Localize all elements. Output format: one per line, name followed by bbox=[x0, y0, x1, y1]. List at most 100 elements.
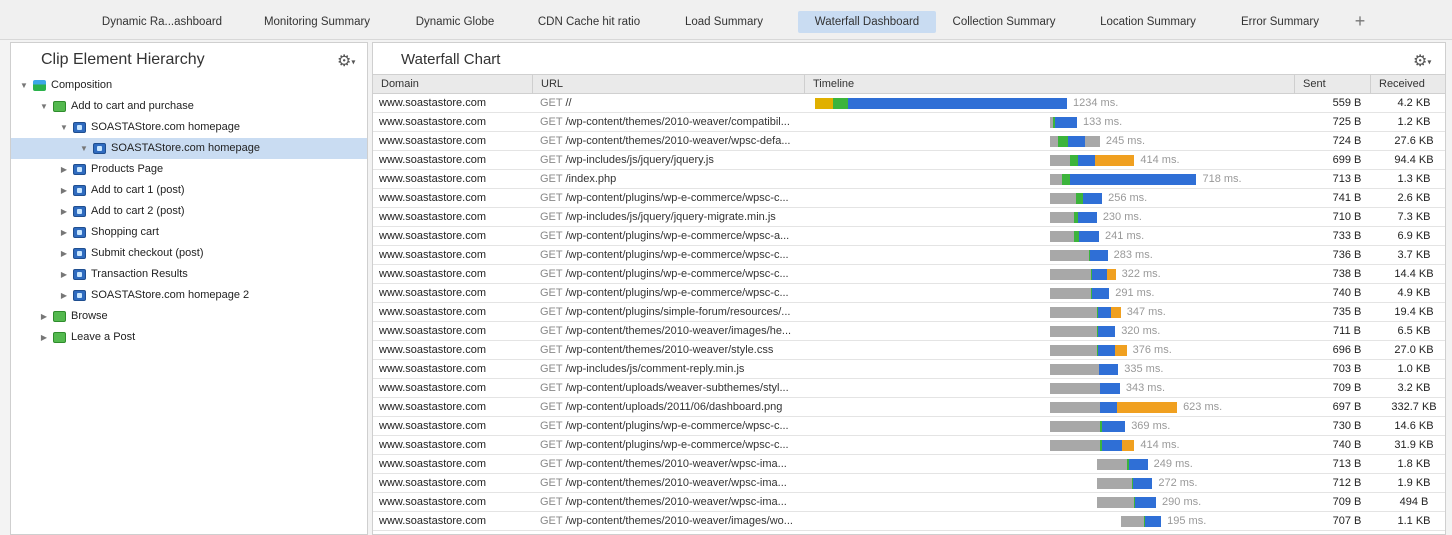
column-header-domain[interactable]: Domain bbox=[373, 75, 533, 94]
tab-dynamic-ra-ashboard[interactable]: Dynamic Ra...ashboard bbox=[98, 11, 226, 33]
timeline-bar[interactable] bbox=[1049, 402, 1178, 413]
waterfall-chart-panel: Waterfall Chart ⚙▾ Domain URL Timeline S… bbox=[372, 42, 1446, 535]
table-row[interactable]: www.soastastore.com GET /wp-content/theme… bbox=[373, 132, 1445, 151]
timeline-bar[interactable] bbox=[1049, 307, 1121, 318]
table-row[interactable]: www.soastastore.com GET /wp-content/plugi… bbox=[373, 284, 1445, 303]
timeline-bar[interactable] bbox=[1096, 459, 1148, 470]
timeline-bar[interactable] bbox=[1049, 269, 1116, 280]
table-row[interactable]: www.soastastore.com GET /wp-content/theme… bbox=[373, 455, 1445, 474]
table-row[interactable]: www.soastastore.com GET /wp-content/plugi… bbox=[373, 417, 1445, 436]
timeline-bar[interactable] bbox=[1049, 440, 1135, 451]
expand-triangle-icon[interactable]: ▶ bbox=[39, 306, 49, 327]
table-row[interactable]: www.soastastore.com GET /wp-content/plugi… bbox=[373, 303, 1445, 322]
tree-item[interactable]: ▶ Shopping cart bbox=[11, 222, 367, 243]
tree-item[interactable]: ▼ SOASTAStore.com homepage bbox=[11, 117, 367, 138]
timeline-segment-receive bbox=[1110, 307, 1121, 318]
table-row[interactable]: www.soastastore.com GET /wp-content/uploa… bbox=[373, 379, 1445, 398]
tab-waterfall-dashboard[interactable]: Waterfall Dashboard bbox=[798, 11, 936, 33]
expand-triangle-icon[interactable]: ▶ bbox=[59, 285, 69, 306]
timeline-bar[interactable] bbox=[1049, 174, 1197, 185]
timeline-bar[interactable] bbox=[1049, 136, 1100, 147]
tree-item[interactable]: ▼ SOASTAStore.com homepage bbox=[11, 138, 367, 159]
table-row[interactable]: www.soastastore.com GET /wp-content/theme… bbox=[373, 322, 1445, 341]
table-row[interactable]: www.soastastore.com GET /wp-includes/js/c… bbox=[373, 360, 1445, 379]
timeline-bar[interactable] bbox=[1049, 212, 1097, 223]
table-row[interactable]: www.soastastore.com GET /index.php 718 ms.… bbox=[373, 170, 1445, 189]
tab-dynamic-globe[interactable]: Dynamic Globe bbox=[410, 11, 500, 33]
table-row[interactable]: www.soastastore.com GET /wp-content/theme… bbox=[373, 493, 1445, 512]
expand-triangle-icon[interactable]: ▶ bbox=[39, 327, 49, 348]
timeline-bar[interactable] bbox=[1049, 250, 1108, 261]
gear-icon[interactable]: ⚙▾ bbox=[337, 51, 355, 71]
tree-item-label: Add to cart 2 (post) bbox=[91, 205, 185, 217]
table-row[interactable]: www.soastastore.com GET // 1234 ms. 559 B 4.… bbox=[373, 94, 1445, 113]
tree-item[interactable]: ▶ Submit checkout (post) bbox=[11, 243, 367, 264]
tab-monitoring-summary[interactable]: Monitoring Summary bbox=[262, 11, 372, 33]
table-row[interactable]: www.soastastore.com GET /wp-content/theme… bbox=[373, 341, 1445, 360]
tree-item[interactable]: ▶ Leave a Post bbox=[11, 327, 367, 348]
expand-triangle-icon[interactable]: ▶ bbox=[59, 264, 69, 285]
timeline-bar[interactable] bbox=[1049, 421, 1126, 432]
tree-item[interactable]: ▶ Add to cart 2 (post) bbox=[11, 201, 367, 222]
domain-cell: www.soastastore.com bbox=[379, 344, 486, 356]
timeline-bar[interactable] bbox=[1049, 326, 1116, 337]
received-cell: 14.4 KB bbox=[1394, 268, 1434, 280]
received-cell: 1.1 KB bbox=[1397, 515, 1431, 527]
collapse-triangle-icon[interactable]: ▼ bbox=[59, 117, 69, 138]
url-path: /wp-content/themes/2010-weaver/compatibi… bbox=[565, 116, 790, 128]
tree-item[interactable]: ▶ Add to cart 1 (post) bbox=[11, 180, 367, 201]
tree-item[interactable]: ▼ Composition bbox=[11, 75, 367, 96]
sent-cell: 559 B bbox=[1332, 97, 1362, 109]
gear-icon[interactable]: ⚙▾ bbox=[1413, 51, 1431, 71]
tab-error-summary[interactable]: Error Summary bbox=[1236, 11, 1324, 33]
tree-item[interactable]: ▼ Add to cart and purchase bbox=[11, 96, 367, 117]
url-cell: GET /wp-content/themes/2010-weaver/wpsc-… bbox=[540, 132, 802, 151]
tab-location-summary[interactable]: Location Summary bbox=[1094, 11, 1202, 33]
timeline-bar[interactable] bbox=[815, 98, 1067, 109]
table-row[interactable]: www.soastastore.com GET /wp-content/theme… bbox=[373, 113, 1445, 132]
timeline-bar[interactable] bbox=[1121, 516, 1162, 527]
table-row[interactable]: www.soastastore.com GET /wp-content/plugi… bbox=[373, 189, 1445, 208]
expand-triangle-icon[interactable]: ▶ bbox=[59, 243, 69, 264]
tab-collection-summary[interactable]: Collection Summary bbox=[948, 11, 1060, 33]
expand-triangle-icon[interactable]: ▶ bbox=[59, 222, 69, 243]
collapse-triangle-icon[interactable]: ▼ bbox=[79, 138, 89, 159]
timeline-bar[interactable] bbox=[1049, 193, 1103, 204]
table-row[interactable]: www.soastastore.com GET /wp-includes/js/j… bbox=[373, 151, 1445, 170]
timeline-bar[interactable] bbox=[1049, 383, 1120, 394]
timeline-bar[interactable] bbox=[1049, 231, 1100, 242]
table-row[interactable]: www.soastastore.com GET /wp-includes/js/j… bbox=[373, 208, 1445, 227]
table-row[interactable]: www.soastastore.com GET /wp-content/uploa… bbox=[373, 398, 1445, 417]
timeline-bar[interactable] bbox=[1096, 478, 1153, 489]
timeline-bar[interactable] bbox=[1049, 117, 1077, 128]
table-row[interactable]: www.soastastore.com GET /wp-content/theme… bbox=[373, 474, 1445, 493]
timeline-bar[interactable] bbox=[1096, 497, 1157, 508]
table-row[interactable]: www.soastastore.com GET /wp-content/plugi… bbox=[373, 436, 1445, 455]
add-tab-button[interactable]: + bbox=[1352, 10, 1368, 32]
timeline-bar[interactable] bbox=[1049, 155, 1135, 166]
tab-load-summary[interactable]: Load Summary bbox=[676, 11, 772, 33]
timeline-bar[interactable] bbox=[1049, 364, 1119, 375]
table-row[interactable]: www.soastastore.com GET /wp-content/theme… bbox=[373, 512, 1445, 531]
table-row[interactable]: www.soastastore.com GET /wp-content/plugi… bbox=[373, 246, 1445, 265]
table-row[interactable]: www.soastastore.com GET /wp-content/plugi… bbox=[373, 265, 1445, 284]
tree-item[interactable]: ▶ Products Page bbox=[11, 159, 367, 180]
expand-triangle-icon[interactable]: ▶ bbox=[59, 180, 69, 201]
column-header-received[interactable]: Received bbox=[1371, 75, 1445, 94]
column-header-timeline[interactable]: Timeline bbox=[805, 75, 1295, 94]
collapse-triangle-icon[interactable]: ▼ bbox=[39, 96, 49, 117]
expand-triangle-icon[interactable]: ▶ bbox=[59, 201, 69, 222]
timeline-bar[interactable] bbox=[1049, 288, 1110, 299]
table-row[interactable]: www.soastastore.com GET /wp-content/plugi… bbox=[373, 227, 1445, 246]
collapse-triangle-icon[interactable]: ▼ bbox=[19, 75, 29, 96]
tree-item[interactable]: ▶ Transaction Results bbox=[11, 264, 367, 285]
tab-cdn-cache-hit-ratio[interactable]: CDN Cache hit ratio bbox=[532, 11, 646, 33]
tree-item[interactable]: ▶ Browse bbox=[11, 306, 367, 327]
timeline-bar[interactable] bbox=[1049, 345, 1127, 356]
sent-cell: 730 B bbox=[1332, 420, 1362, 432]
column-header-url[interactable]: URL bbox=[533, 75, 805, 94]
column-header-sent[interactable]: Sent bbox=[1295, 75, 1371, 94]
timeline-duration-label: 291 ms. bbox=[1115, 287, 1155, 299]
expand-triangle-icon[interactable]: ▶ bbox=[59, 159, 69, 180]
tree-item[interactable]: ▶ SOASTAStore.com homepage 2 bbox=[11, 285, 367, 306]
